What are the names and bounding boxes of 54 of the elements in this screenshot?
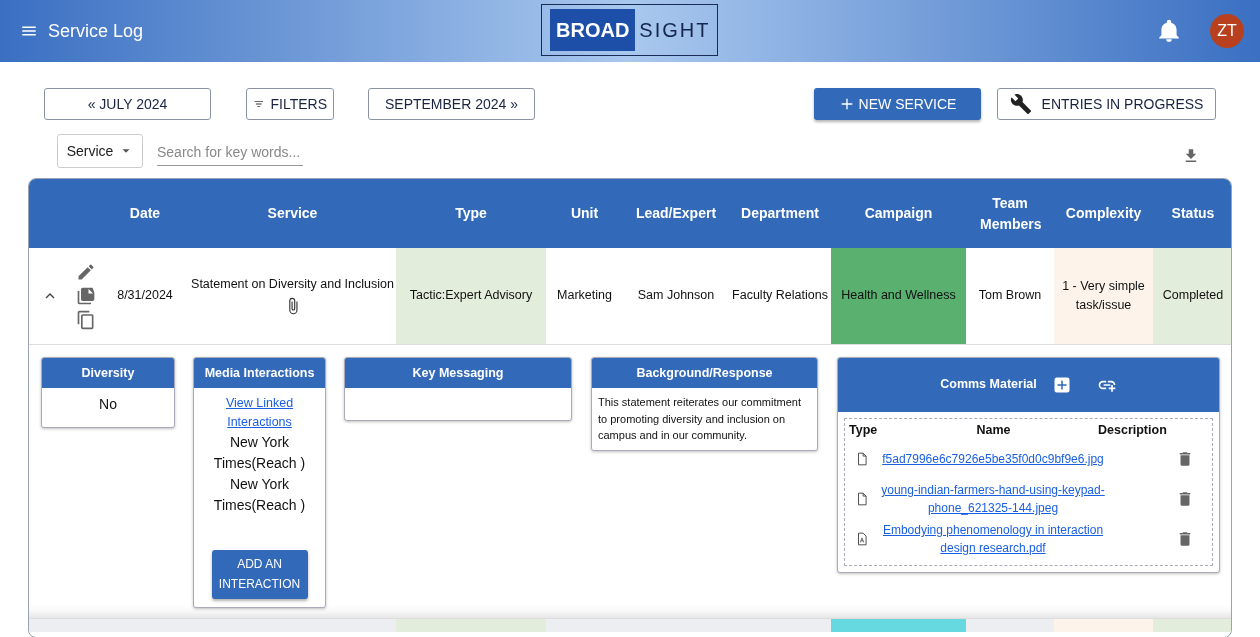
add-interaction-button[interactable]: ADD AN INTERACTION xyxy=(211,549,308,599)
panel-value: No xyxy=(98,395,118,415)
column-header[interactable]: Department xyxy=(741,205,819,222)
panel-title: Comms Material xyxy=(940,376,1037,394)
logo-text: SIGHT xyxy=(638,18,711,43)
cell-text: 1 - Very simple task/issue xyxy=(1061,278,1146,314)
scope-dropdown[interactable]: Service xyxy=(57,134,143,168)
cell-text: Health and Wellness xyxy=(840,287,957,305)
column-header[interactable]: Unit xyxy=(570,205,599,222)
file-icon xyxy=(855,452,869,467)
cell-text: Statement on Diversity and Inclusion xyxy=(190,276,395,294)
user-avatar[interactable]: ZT xyxy=(1210,14,1244,48)
entries-in-progress-button[interactable]: ENTRIES IN PROGRESS xyxy=(997,88,1216,120)
wrench-icon xyxy=(1009,93,1032,115)
filters-button[interactable]: FILTERS xyxy=(246,88,334,120)
panel-title: Media Interactions xyxy=(194,357,325,389)
cell-text: Sam Johnson xyxy=(636,287,716,305)
next-month-button[interactable]: SEPTEMBER 2024 » xyxy=(368,88,535,120)
column-header[interactable]: Status xyxy=(1171,205,1215,222)
previous-month-button[interactable]: « JULY 2024 xyxy=(44,88,211,120)
file-link[interactable]: f5ad7996e6c7926e5be35f0d0c9bf9e6.jpg xyxy=(873,450,1113,469)
column-header[interactable]: Type xyxy=(455,205,487,222)
page-title: Service Log xyxy=(48,19,144,43)
column-header[interactable]: Complexity xyxy=(1065,205,1142,222)
bell-icon[interactable] xyxy=(1156,18,1182,44)
column-header[interactable]: Campaign xyxy=(864,205,933,222)
cell-text: Completed xyxy=(1161,287,1225,305)
panel-title: Diversity xyxy=(42,357,174,389)
cell-text: Faculty Relations xyxy=(731,287,829,305)
cell-text: Marketing xyxy=(556,287,613,305)
panel-title: Key Messaging xyxy=(345,357,571,389)
interaction-text: New York Times(Reach ) xyxy=(212,474,307,515)
file-link[interactable]: young-indian-farmers-hand-using-keypad-phone_621325-144.jpeg xyxy=(873,481,1113,518)
panel-title: Background/Response xyxy=(592,357,817,389)
cell-text: 8/31/2024 xyxy=(116,287,174,305)
column-header: Type xyxy=(849,421,879,439)
file-icon xyxy=(855,492,869,507)
column-header[interactable]: Date xyxy=(129,205,161,222)
column-header[interactable]: Service xyxy=(267,205,318,222)
cell-text: Tactic:Expert Advisory xyxy=(408,287,534,305)
column-header: Name xyxy=(975,421,1012,439)
panel-text: This statement reiterates our commitment to promoting diversity and inclusion on campus and in our community. xyxy=(598,395,802,444)
interaction-text: New York Times(Reach ) xyxy=(212,432,307,473)
pdf-file-icon xyxy=(855,532,869,547)
view-linked-interactions-link[interactable]: View Linked Interactions xyxy=(219,394,300,432)
documents-icon[interactable] xyxy=(76,285,96,306)
new-service-button[interactable]: NEW SERVICE xyxy=(814,88,981,120)
column-header: Description xyxy=(1098,421,1168,439)
add-icon[interactable] xyxy=(1052,375,1071,394)
copy-icon[interactable] xyxy=(76,309,96,330)
logo-text: BROAD xyxy=(550,9,636,51)
cell-text: Tom Brown xyxy=(977,287,1043,305)
file-link[interactable]: Embodying phenomenology in interaction design research.pdf xyxy=(873,521,1113,558)
column-header[interactable]: Lead/Expert xyxy=(635,205,717,222)
